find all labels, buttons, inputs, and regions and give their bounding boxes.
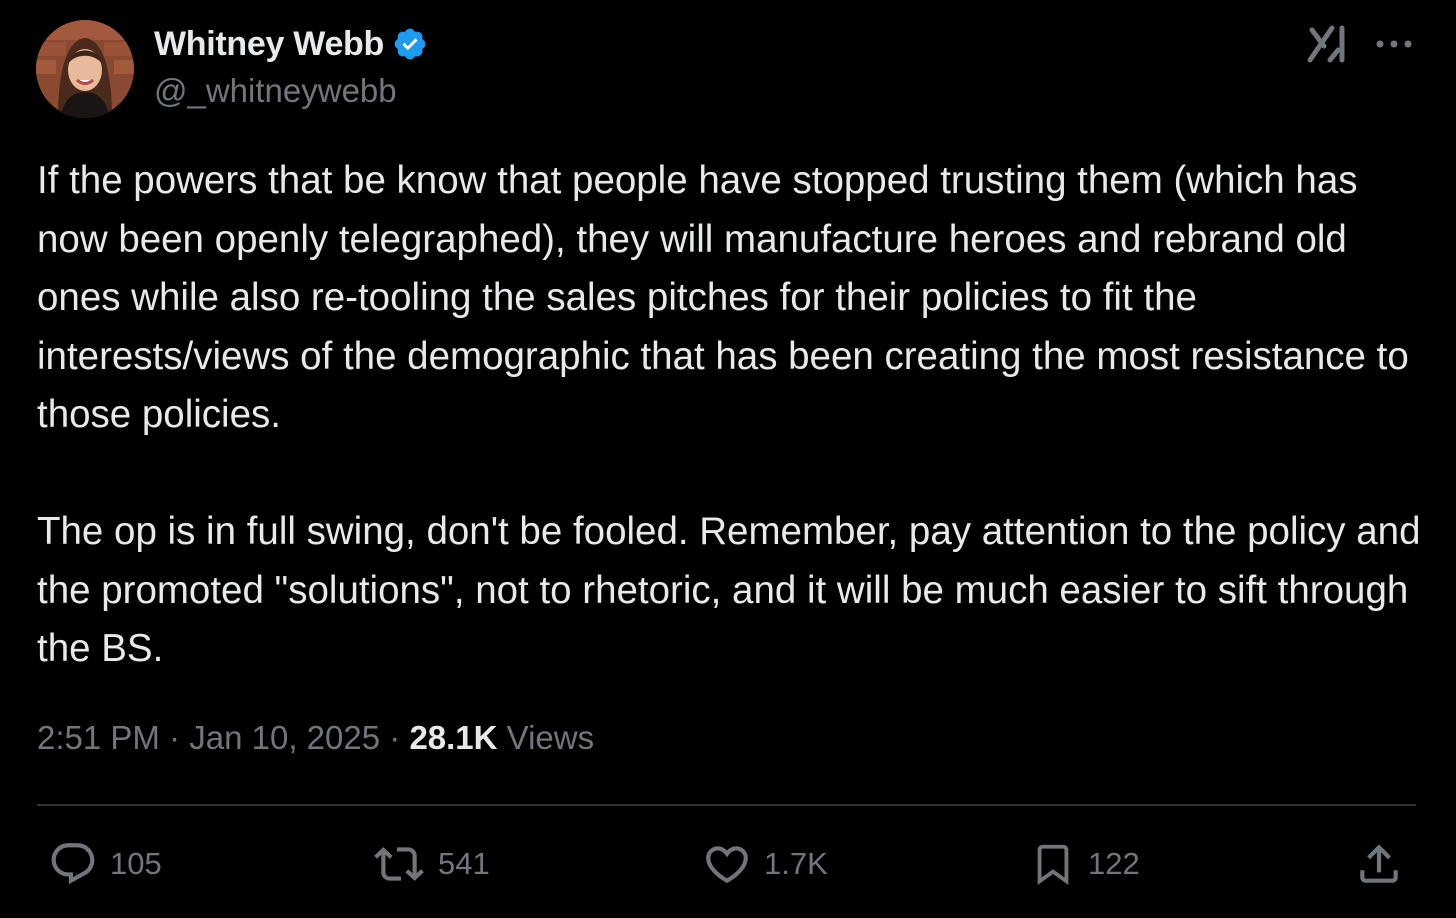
reply-icon [48, 839, 98, 889]
verified-badge-icon[interactable] [392, 26, 428, 62]
author-handle[interactable]: @_whitneywebb [154, 72, 397, 110]
bookmark-icon [1030, 839, 1076, 889]
meta-separator: · [169, 719, 181, 756]
avatar[interactable] [36, 20, 134, 118]
post-paragraph: If the powers that be know that people h… [37, 159, 1409, 436]
views-label: Views [506, 719, 595, 756]
views-count: 28.1K [409, 719, 498, 756]
repost-count: 541 [438, 846, 490, 881]
reply-button[interactable]: 105 [48, 838, 162, 890]
like-button[interactable]: 1.7K [702, 838, 828, 890]
more-options-icon[interactable] [1372, 30, 1416, 58]
bookmark-button[interactable]: 122 [1030, 838, 1140, 890]
share-icon [1354, 839, 1404, 889]
tweet: Whitney Webb @_whitneywebb If the powers… [0, 0, 1456, 918]
share-button[interactable] [1354, 838, 1404, 890]
repost-icon [372, 839, 426, 889]
meta-separator: · [389, 719, 401, 756]
divider [37, 804, 1416, 806]
post-date[interactable]: Jan 10, 2025 [189, 719, 380, 756]
avatar-image [36, 20, 134, 118]
post-paragraph: The op is in full swing, don't be fooled… [37, 510, 1421, 670]
grok-icon[interactable] [1306, 24, 1350, 64]
post-text: If the powers that be know that people h… [37, 152, 1427, 679]
repost-button[interactable]: 541 [372, 838, 490, 890]
bookmark-count: 122 [1088, 846, 1140, 881]
post-meta: 2:51 PM · Jan 10, 2025 · 28.1K Views [37, 719, 594, 757]
heart-icon [702, 839, 752, 889]
post-time[interactable]: 2:51 PM [37, 719, 160, 756]
author-name-row[interactable]: Whitney Webb [154, 22, 428, 66]
author-display-name[interactable]: Whitney Webb [154, 25, 384, 64]
reply-count: 105 [110, 846, 162, 881]
like-count: 1.7K [764, 846, 828, 881]
